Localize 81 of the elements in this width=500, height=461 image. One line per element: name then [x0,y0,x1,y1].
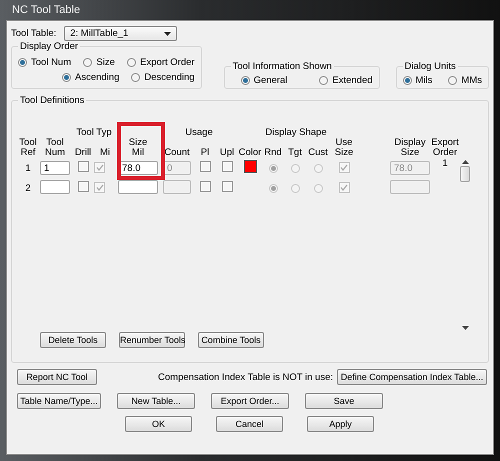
radio-button[interactable]: General [240,74,288,86]
column-header: Count [164,148,190,158]
display-size-field: 78.0 [390,161,430,175]
tool-ref: 1 [25,162,31,174]
column-header: Display Size [394,138,426,158]
count-field [163,180,191,194]
column-header: Tgt [288,148,302,158]
column-group-header: Display Shape [265,128,327,138]
shape-radio[interactable] [290,184,300,192]
tool-num-field[interactable]: 1 [40,161,70,175]
pl-checkbox[interactable] [200,181,210,192]
size-field[interactable]: 78.0 [118,161,158,175]
scrollbar[interactable] [459,158,471,332]
radio-button[interactable]: Tool Num [18,57,72,68]
highlight-frame [117,122,165,180]
table-button[interactable]: New Table... [117,393,195,409]
column-header: Upl [220,148,234,158]
group-title: Tool Definitions [19,95,86,106]
radio-button[interactable]: Size [83,57,115,68]
column-header: Export Order [431,138,459,158]
tool-action-button[interactable]: Combine Tools [198,332,264,348]
column-header: Color [238,148,262,158]
tool-action-button[interactable]: Renumber Tools [119,332,185,348]
radio-button[interactable]: Extended [319,74,373,86]
dialog-button[interactable]: OK [125,416,192,432]
column-header: Mi [100,148,110,158]
pl-checkbox[interactable] [200,161,210,172]
tool-num-field[interactable] [40,180,70,194]
shape-radio[interactable] [268,184,278,192]
shape-radio[interactable] [314,184,322,192]
column-header: Drill [74,148,92,158]
group-title: Display Order [19,41,80,52]
column-header: Tool Num [44,138,66,158]
column-header: Pl [200,148,210,158]
column-header: Tool Ref [19,138,37,158]
column-header: Size Mil [128,138,148,158]
window-title: NC Tool Table [12,4,80,16]
field-label: Tool Table: [11,28,56,39]
scroll-thumb[interactable] [460,166,470,182]
group-title: Tool Information Shown [232,61,333,72]
size-field[interactable] [118,180,158,194]
export-order: 1 [442,158,448,169]
column-group-header: Tool Typ [76,128,112,138]
radio-button[interactable]: Ascending [62,72,120,83]
drill-checkbox[interactable] [78,161,88,172]
scroll-up-icon[interactable] [462,160,468,164]
column-header: Rnd [264,148,282,158]
report-button[interactable]: Report NC Tool [17,369,97,385]
tool-action-button[interactable]: Delete Tools [40,332,106,348]
tool-table-dropdown[interactable]: 2: MillTable_1 [64,26,178,41]
group-title: Dialog Units [404,61,457,72]
dialog-button[interactable]: Apply [307,416,374,432]
define-compensation-button[interactable]: Define Compensation Index Table... [337,369,487,385]
column-header: Use Size [334,138,354,158]
radio-button[interactable]: Mils [402,74,432,86]
compensation-note: Compensation Index Table is NOT in use: [158,372,333,382]
mill-checkbox[interactable] [94,162,105,173]
scroll-down-icon[interactable] [462,326,468,330]
upl-checkbox[interactable] [222,181,232,192]
shape-radio[interactable] [314,164,322,172]
radio-button[interactable]: Descending [131,72,195,83]
caret-icon [164,32,172,36]
mill-checkbox[interactable] [94,182,105,193]
radio-button[interactable]: Export Order [127,57,195,68]
shape-radio[interactable] [268,164,278,172]
tool-ref: 2 [25,182,31,194]
shape-radio[interactable] [290,164,300,172]
dialog-button[interactable]: Cancel [216,416,283,432]
display-size-field [390,180,430,194]
table-button[interactable]: Export Order... [211,393,289,409]
table-button[interactable]: Table Name/Type... [17,393,101,409]
upl-checkbox[interactable] [222,161,232,172]
count-field: 0 [163,161,191,175]
drill-checkbox[interactable] [78,181,88,192]
use-size-checkbox[interactable] [338,182,350,193]
column-group-header: Usage [185,128,213,138]
color-swatch[interactable] [244,160,256,173]
column-header: Cust [308,148,328,158]
table-button[interactable]: Save [305,393,383,409]
use-size-checkbox[interactable] [338,162,350,173]
radio-button[interactable]: MMs [448,74,482,86]
